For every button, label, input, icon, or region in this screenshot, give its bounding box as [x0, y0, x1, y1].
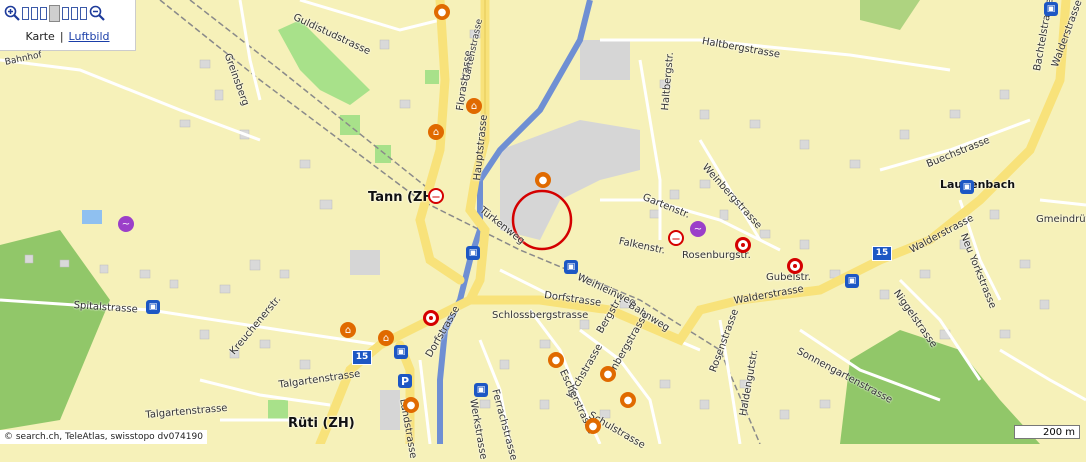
route-shield-15-east: 15: [872, 246, 892, 261]
no-entry-icon: —: [428, 188, 444, 204]
zoom-level-3[interactable]: [40, 6, 47, 20]
map-canvas[interactable]: [0, 0, 1086, 444]
street-gmeindruti: Gmeindrütistr.: [1036, 214, 1086, 225]
bus-stop-icon[interactable]: ▣: [1044, 2, 1058, 16]
train-station-icon[interactable]: [735, 237, 751, 253]
bus-stop-icon[interactable]: ▣: [474, 383, 488, 397]
bus-stop-icon[interactable]: ▣: [960, 180, 974, 194]
bus-stop-icon[interactable]: ▣: [564, 260, 578, 274]
view-luftbild-link[interactable]: Luftbild: [69, 30, 110, 43]
view-separator: |: [59, 30, 64, 43]
zoom-level-2[interactable]: [31, 6, 38, 20]
poi-church-icon[interactable]: ⌂: [466, 98, 482, 114]
view-switcher: Karte | Luftbild: [0, 30, 135, 43]
poi-church-icon[interactable]: ⌂: [428, 124, 444, 140]
zoom-level-7[interactable]: [80, 6, 87, 20]
street-schlossbergstrasse: Schlossbergstrasse: [492, 310, 589, 321]
poi-church-icon[interactable]: ⌂: [378, 330, 394, 346]
zoom-bar: [4, 4, 105, 22]
zoom-level-1[interactable]: [22, 6, 29, 20]
building-large-3: [380, 390, 400, 430]
forest-area-north: [860, 0, 920, 30]
zoom-level-4[interactable]: [49, 4, 60, 22]
poi-school-icon[interactable]: ⌂: [340, 322, 356, 338]
poi-car-icon[interactable]: ●: [434, 4, 450, 20]
street-gubelstr: Gubelstr.: [766, 272, 811, 283]
poi-car-icon[interactable]: ●: [403, 397, 419, 413]
zoom-level-6[interactable]: [71, 6, 78, 20]
pool: [82, 210, 102, 224]
poi-car-icon[interactable]: ●: [600, 366, 616, 382]
poi-car-icon[interactable]: ●: [535, 172, 551, 188]
map-controls: Karte | Luftbild: [0, 0, 136, 51]
poi-car-icon[interactable]: ●: [548, 352, 564, 368]
zoom-out-icon[interactable]: [89, 5, 105, 21]
view-karte[interactable]: Karte: [25, 30, 54, 43]
train-station-icon[interactable]: [787, 258, 803, 274]
place-rueti: Rüti (ZH): [288, 416, 355, 431]
parking-icon[interactable]: P: [398, 374, 412, 388]
green-area-small-4: [268, 400, 288, 420]
building-large-2: [350, 250, 380, 275]
route-shield-15-west: 15: [352, 350, 372, 365]
poi-car-icon[interactable]: ●: [620, 392, 636, 408]
bus-stop-icon[interactable]: ▣: [146, 300, 160, 314]
zoom-in-icon[interactable]: [4, 5, 20, 21]
green-area-small-3: [425, 70, 439, 84]
poi-swimming-icon[interactable]: ~: [118, 216, 134, 232]
poi-car-icon[interactable]: ●: [585, 418, 601, 434]
bus-stop-icon[interactable]: ▣: [466, 246, 480, 260]
bus-stop-icon[interactable]: ▣: [845, 274, 859, 288]
poi-swimming-icon[interactable]: ~: [690, 221, 706, 237]
bus-stop-icon[interactable]: ▣: [394, 345, 408, 359]
zoom-level-5[interactable]: [62, 6, 69, 20]
copyright-notice: © search.ch, TeleAtlas, swisstopo dv0741…: [0, 430, 207, 444]
forest-area-west: [0, 230, 110, 430]
train-station-icon[interactable]: [423, 310, 439, 326]
no-entry-icon: —: [668, 230, 684, 246]
scale-bar: 200 m: [1014, 425, 1080, 439]
place-laupen: Laupenbach: [940, 178, 1016, 191]
building-large-1: [580, 40, 630, 80]
